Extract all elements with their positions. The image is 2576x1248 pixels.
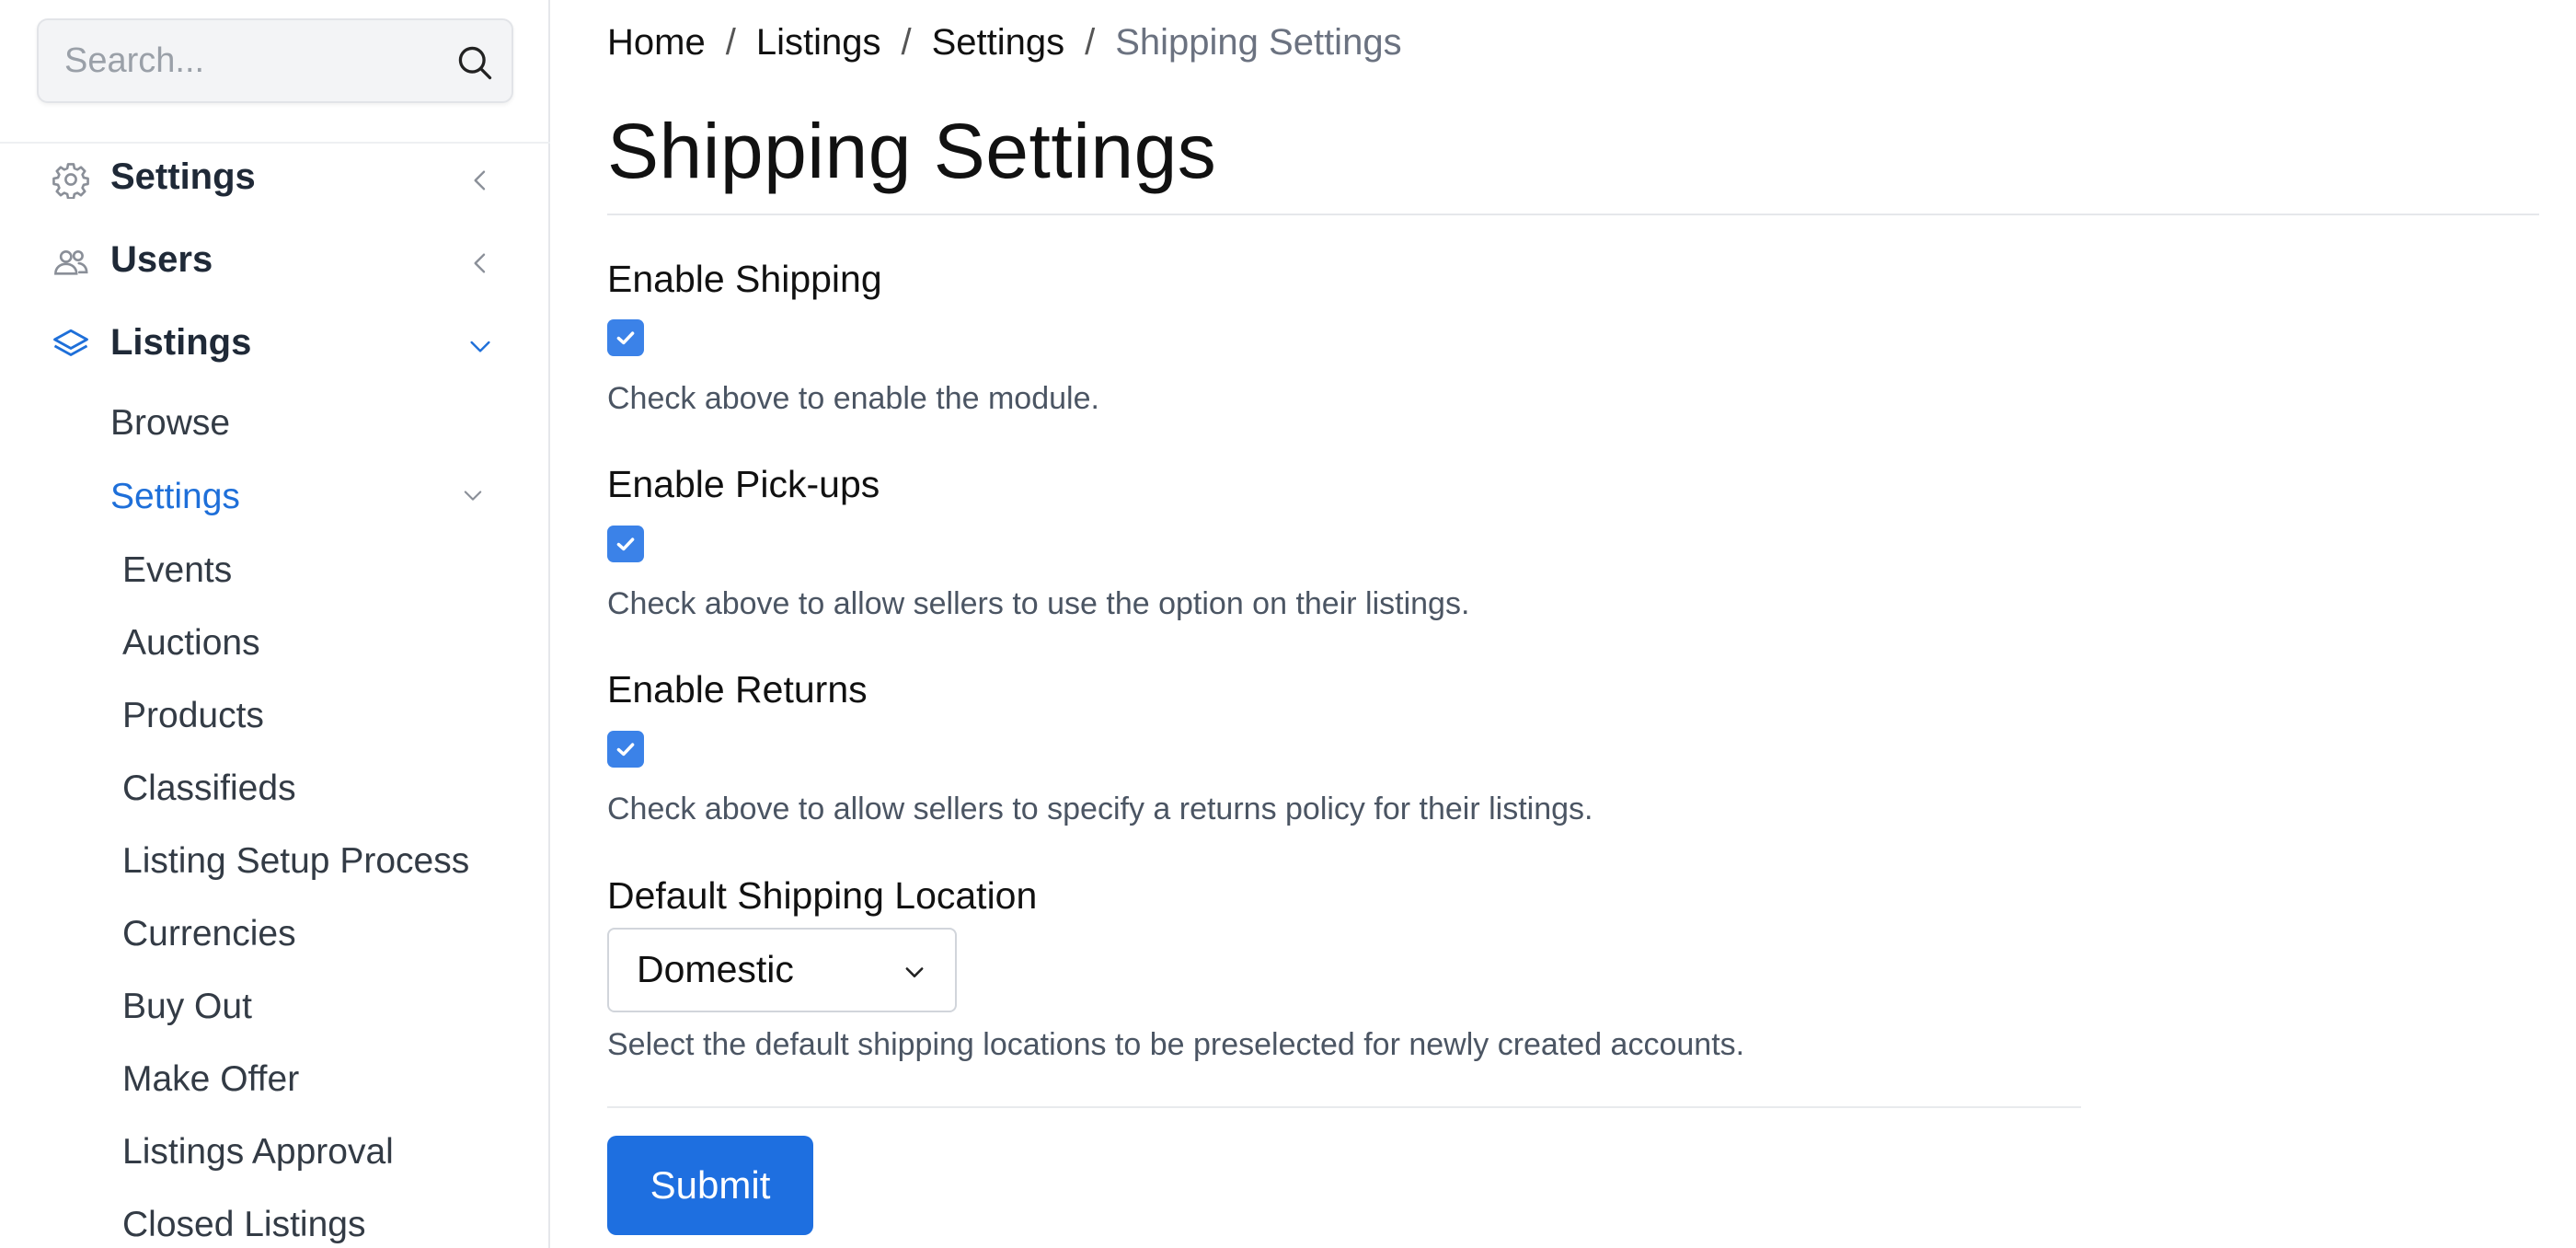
default-shipping-location-help: Select the default shipping locations to… <box>607 1027 1745 1062</box>
chevron-left-icon <box>474 253 486 273</box>
default-shipping-location-label: Default Shipping Location <box>607 874 1038 917</box>
sidebar-item-currencies[interactable]: Currencies <box>122 914 296 954</box>
breadcrumb-home[interactable]: Home <box>607 22 706 63</box>
sidebar-item-label: Settings <box>110 156 256 197</box>
sidebar-item-listing-setup-process[interactable]: Listing Setup Process <box>122 841 469 882</box>
check-icon <box>616 537 635 551</box>
breadcrumb: Home / Listings / Settings / Shipping Settings <box>607 22 1402 64</box>
breadcrumb-separator: / <box>725 22 736 63</box>
enable-pickups-checkbox[interactable] <box>607 526 644 562</box>
sidebar-item-settings[interactable]: Settings <box>37 145 513 212</box>
enable-shipping-label: Enable Shipping <box>607 258 882 300</box>
main-content: Home / Listings / Settings / Shipping Settings… <box>607 0 2576 1248</box>
enable-returns-label: Enable Returns <box>607 668 868 711</box>
sidebar-item-events[interactable]: Events <box>122 550 232 591</box>
page-title: Shipping Settings <box>607 108 1217 194</box>
sidebar-item-classifieds[interactable]: Classifieds <box>122 768 296 809</box>
gear-icon <box>52 163 89 199</box>
search-input[interactable] <box>64 20 451 101</box>
layers-icon <box>53 329 88 356</box>
enable-shipping-checkbox[interactable] <box>607 319 644 356</box>
sidebar-item-make-offer[interactable]: Make Offer <box>122 1059 299 1100</box>
breadcrumb-listings[interactable]: Listings <box>756 22 881 63</box>
enable-returns-help: Check above to allow sellers to specify … <box>607 792 1593 826</box>
check-icon <box>616 743 635 757</box>
chevron-left-icon <box>474 170 486 191</box>
sidebar-item-listings-approval[interactable]: Listings Approval <box>122 1132 394 1173</box>
default-shipping-location-select[interactable]: Domestic <box>607 928 957 1012</box>
sidebar-item-browse[interactable]: Browse <box>110 403 230 444</box>
sidebar-item-users[interactable]: Users <box>37 228 513 295</box>
sidebar-item-listings[interactable]: Listings <box>37 311 513 377</box>
sidebar-item-buy-out[interactable]: Buy Out <box>122 987 252 1027</box>
chevron-down-icon <box>470 341 490 352</box>
enable-shipping-help: Check above to enable the module. <box>607 381 1099 416</box>
breadcrumb-current: Shipping Settings <box>1115 22 1402 63</box>
search-box <box>37 18 513 103</box>
sidebar-item-auctions[interactable]: Auctions <box>122 623 260 664</box>
form-divider <box>607 1106 2081 1108</box>
users-icon <box>54 249 88 275</box>
select-value: Domestic <box>637 948 794 990</box>
sidebar-item-products[interactable]: Products <box>122 696 264 736</box>
sidebar-item-label: Listings <box>110 322 252 363</box>
sidebar-divider <box>0 142 550 144</box>
chevron-down-icon <box>905 967 924 977</box>
sidebar-item-label: Users <box>110 239 213 280</box>
title-divider <box>607 214 2539 215</box>
sidebar: Settings Users Listings Browse Settings <box>0 0 550 1248</box>
search-icon[interactable] <box>454 42 495 83</box>
breadcrumb-separator: / <box>901 22 912 63</box>
sidebar-item-closed-listings[interactable]: Closed Listings <box>122 1205 365 1245</box>
check-icon <box>616 331 635 345</box>
submit-button[interactable]: Submit <box>607 1136 813 1235</box>
chevron-down-icon <box>464 491 482 501</box>
enable-returns-checkbox[interactable] <box>607 731 644 768</box>
sidebar-item-listings-settings[interactable]: Settings <box>110 477 240 517</box>
enable-pickups-label: Enable Pick-ups <box>607 463 880 505</box>
breadcrumb-settings[interactable]: Settings <box>932 22 1065 63</box>
enable-pickups-help: Check above to allow sellers to use the … <box>607 586 1470 621</box>
breadcrumb-separator: / <box>1085 22 1096 63</box>
